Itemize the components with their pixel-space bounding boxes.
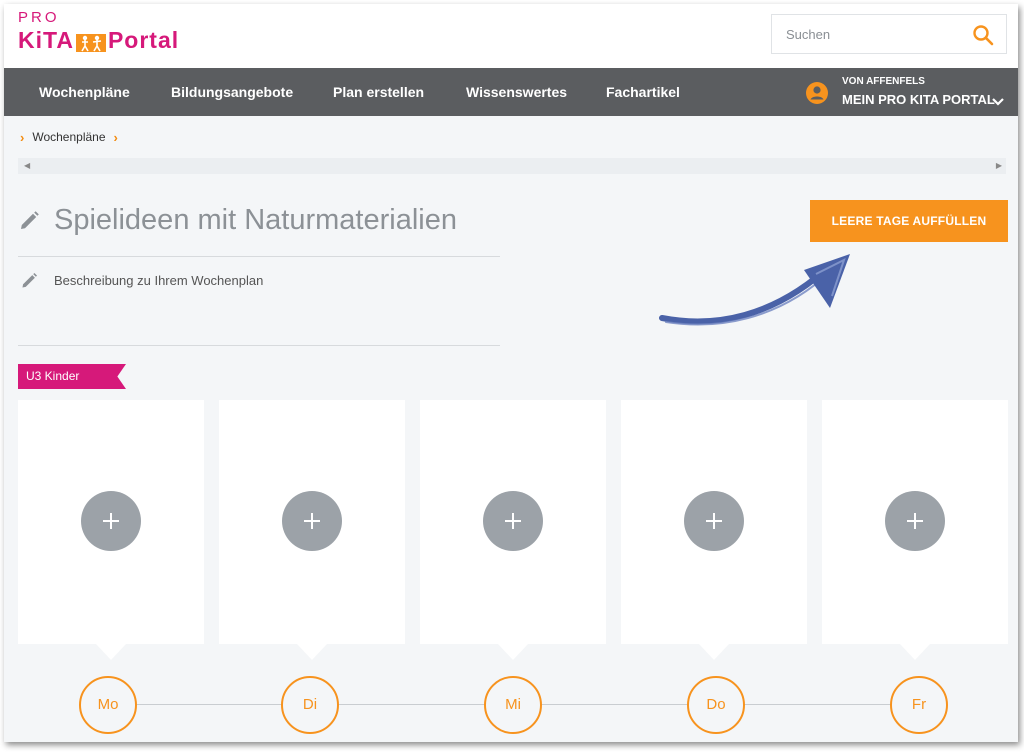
add-activity-button[interactable] bbox=[684, 491, 744, 551]
day-circle-mi[interactable]: Mi bbox=[484, 676, 542, 734]
add-activity-button[interactable] bbox=[885, 491, 945, 551]
horizontal-scrollbar[interactable]: ◀ ▶ bbox=[18, 158, 1006, 174]
card-notch bbox=[96, 644, 126, 660]
day-circle-di[interactable]: Di bbox=[281, 676, 339, 734]
plus-icon-stroke bbox=[311, 513, 313, 529]
plan-description[interactable]: Beschreibung zu Ihrem Wochenplan bbox=[54, 273, 263, 288]
logo-portal-text: Portal bbox=[107, 27, 180, 53]
user-icon bbox=[806, 82, 828, 104]
account-sub-label: VON AFFENFELS bbox=[842, 76, 925, 87]
app-window: PRO KiTA Portal Suchen Wochenpläne Bildu… bbox=[4, 4, 1018, 742]
nav-item-bildungsangebote[interactable]: Bildungsangebote bbox=[171, 68, 293, 116]
breadcrumb-item-wochenplaene[interactable]: Wochenpläne bbox=[32, 130, 105, 144]
nav-item-fachartikel[interactable]: Fachartikel bbox=[606, 68, 680, 116]
edit-description-pencil-icon[interactable] bbox=[20, 272, 38, 290]
logo-pro-text: PRO bbox=[18, 9, 60, 26]
add-activity-button[interactable] bbox=[81, 491, 141, 551]
account-main-label: MEIN PRO KITA PORTAL bbox=[842, 92, 995, 107]
account-menu[interactable]: VON AFFENFELS MEIN PRO KITA PORTAL bbox=[804, 74, 1014, 112]
breadcrumb: › Wochenpläne › bbox=[20, 128, 118, 146]
nav-item-wissenswertes[interactable]: Wissenswertes bbox=[466, 68, 567, 116]
plan-title[interactable]: Spielideen mit Naturmaterialien bbox=[54, 204, 457, 237]
add-activity-button[interactable] bbox=[483, 491, 543, 551]
day-card-mi bbox=[420, 400, 606, 660]
card-notch bbox=[498, 644, 528, 660]
hand-drawn-arrow-icon bbox=[654, 246, 864, 336]
day-circle-fr[interactable]: Fr bbox=[890, 676, 948, 734]
edit-title-pencil-icon[interactable] bbox=[18, 210, 40, 232]
card-notch bbox=[297, 644, 327, 660]
logo-wordmark: KiTA Portal bbox=[18, 26, 179, 54]
scroll-right-icon[interactable]: ▶ bbox=[996, 161, 1002, 170]
plus-icon-stroke bbox=[914, 513, 916, 529]
search-box bbox=[771, 14, 1007, 54]
scroll-left-icon[interactable]: ◀ bbox=[24, 161, 30, 170]
logo-children-icon bbox=[75, 30, 106, 52]
chevron-right-icon: › bbox=[20, 129, 25, 145]
nav-item-plan-erstellen[interactable]: Plan erstellen bbox=[333, 68, 424, 116]
day-circle-do[interactable]: Do bbox=[687, 676, 745, 734]
plus-icon-stroke bbox=[713, 513, 715, 529]
day-card-di bbox=[219, 400, 405, 660]
nav-item-wochenplaene[interactable]: Wochenpläne bbox=[39, 68, 130, 116]
main-nav: Wochenpläne Bildungsangebote Plan erstel… bbox=[4, 68, 1018, 116]
search-input[interactable] bbox=[772, 15, 962, 53]
plus-icon-stroke bbox=[512, 513, 514, 529]
add-activity-button[interactable] bbox=[282, 491, 342, 551]
divider bbox=[18, 345, 500, 346]
day-card-fr bbox=[822, 400, 1008, 660]
day-card-do bbox=[621, 400, 807, 660]
chevron-down-icon bbox=[992, 94, 1004, 106]
day-circle-mo[interactable]: Mo bbox=[79, 676, 137, 734]
logo[interactable]: PRO KiTA Portal bbox=[18, 10, 179, 54]
card-notch bbox=[900, 644, 930, 660]
header: PRO KiTA Portal bbox=[4, 4, 1018, 68]
logo-kita-text: KiTA bbox=[18, 27, 74, 53]
fill-empty-days-button[interactable]: LEERE TAGE AUFFÜLLEN bbox=[810, 200, 1008, 242]
chevron-right-icon: › bbox=[113, 129, 118, 145]
plus-icon-stroke bbox=[110, 513, 112, 529]
card-notch bbox=[699, 644, 729, 660]
divider bbox=[18, 256, 500, 257]
day-card-mo bbox=[18, 400, 204, 660]
group-tag[interactable]: U3 Kinder bbox=[18, 364, 126, 389]
search-icon[interactable] bbox=[972, 24, 994, 46]
